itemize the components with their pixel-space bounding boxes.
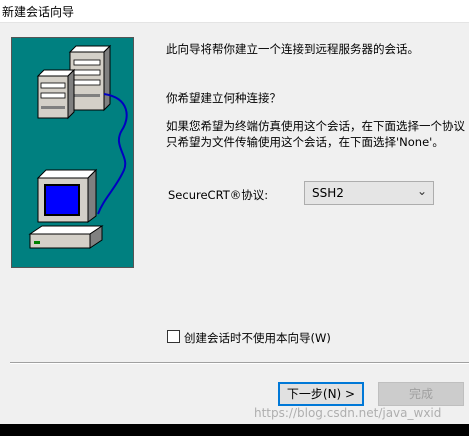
divider — [10, 362, 469, 364]
finish-button[interactable]: 完成 — [378, 382, 464, 406]
intro-text: 此向导将帮你建立一个连接到远程服务器的会话。 — [166, 42, 419, 56]
dont-use-wizard-checkbox[interactable] — [167, 330, 180, 343]
description-line-2: 只希望为文件传输使用这个会话，在下面选择'None'。 — [166, 135, 444, 149]
description-line-1: 如果您希望为终端仿真使用这个会话，在下面选择一个协议 — [166, 119, 465, 133]
watermark-text: https://blog.csdn.net/java_wxid — [254, 406, 442, 420]
protocol-selected-value: SSH2 — [312, 186, 344, 200]
computer-server-illustration-icon — [28, 44, 128, 249]
question-text: 你希望建立何种连接？ — [166, 91, 281, 105]
protocol-select[interactable]: SSH2 ⌄ — [304, 181, 434, 205]
window-title: 新建会话向导 — [2, 5, 75, 19]
protocol-label: SecureCRT®协议: — [168, 188, 269, 202]
title-bar: 新建会话向导 — [0, 0, 469, 23]
chevron-down-icon: ⌄ — [416, 184, 427, 198]
bottom-bar — [0, 424, 469, 436]
dont-use-wizard-label[interactable]: 创建会话时不使用本向导(W) — [184, 330, 331, 346]
next-button[interactable]: 下一步(N) > — [278, 382, 364, 406]
wizard-illustration — [11, 37, 134, 268]
